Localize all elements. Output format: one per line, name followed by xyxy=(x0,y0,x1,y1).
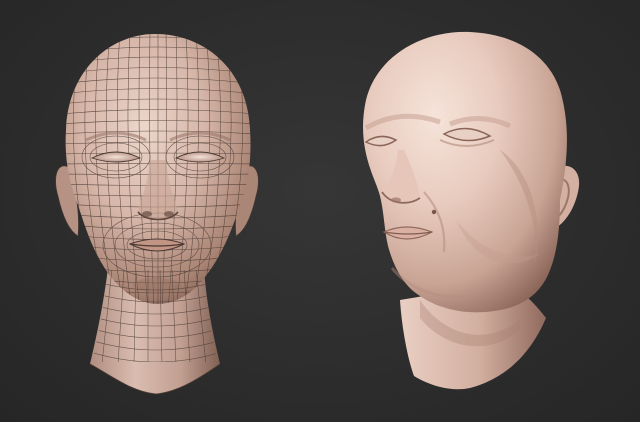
wireframe-head-model xyxy=(55,34,259,395)
clay-head-model xyxy=(363,31,580,390)
render-stage xyxy=(55,31,580,395)
right-model-mole xyxy=(431,209,437,215)
viewport-background xyxy=(0,0,640,422)
